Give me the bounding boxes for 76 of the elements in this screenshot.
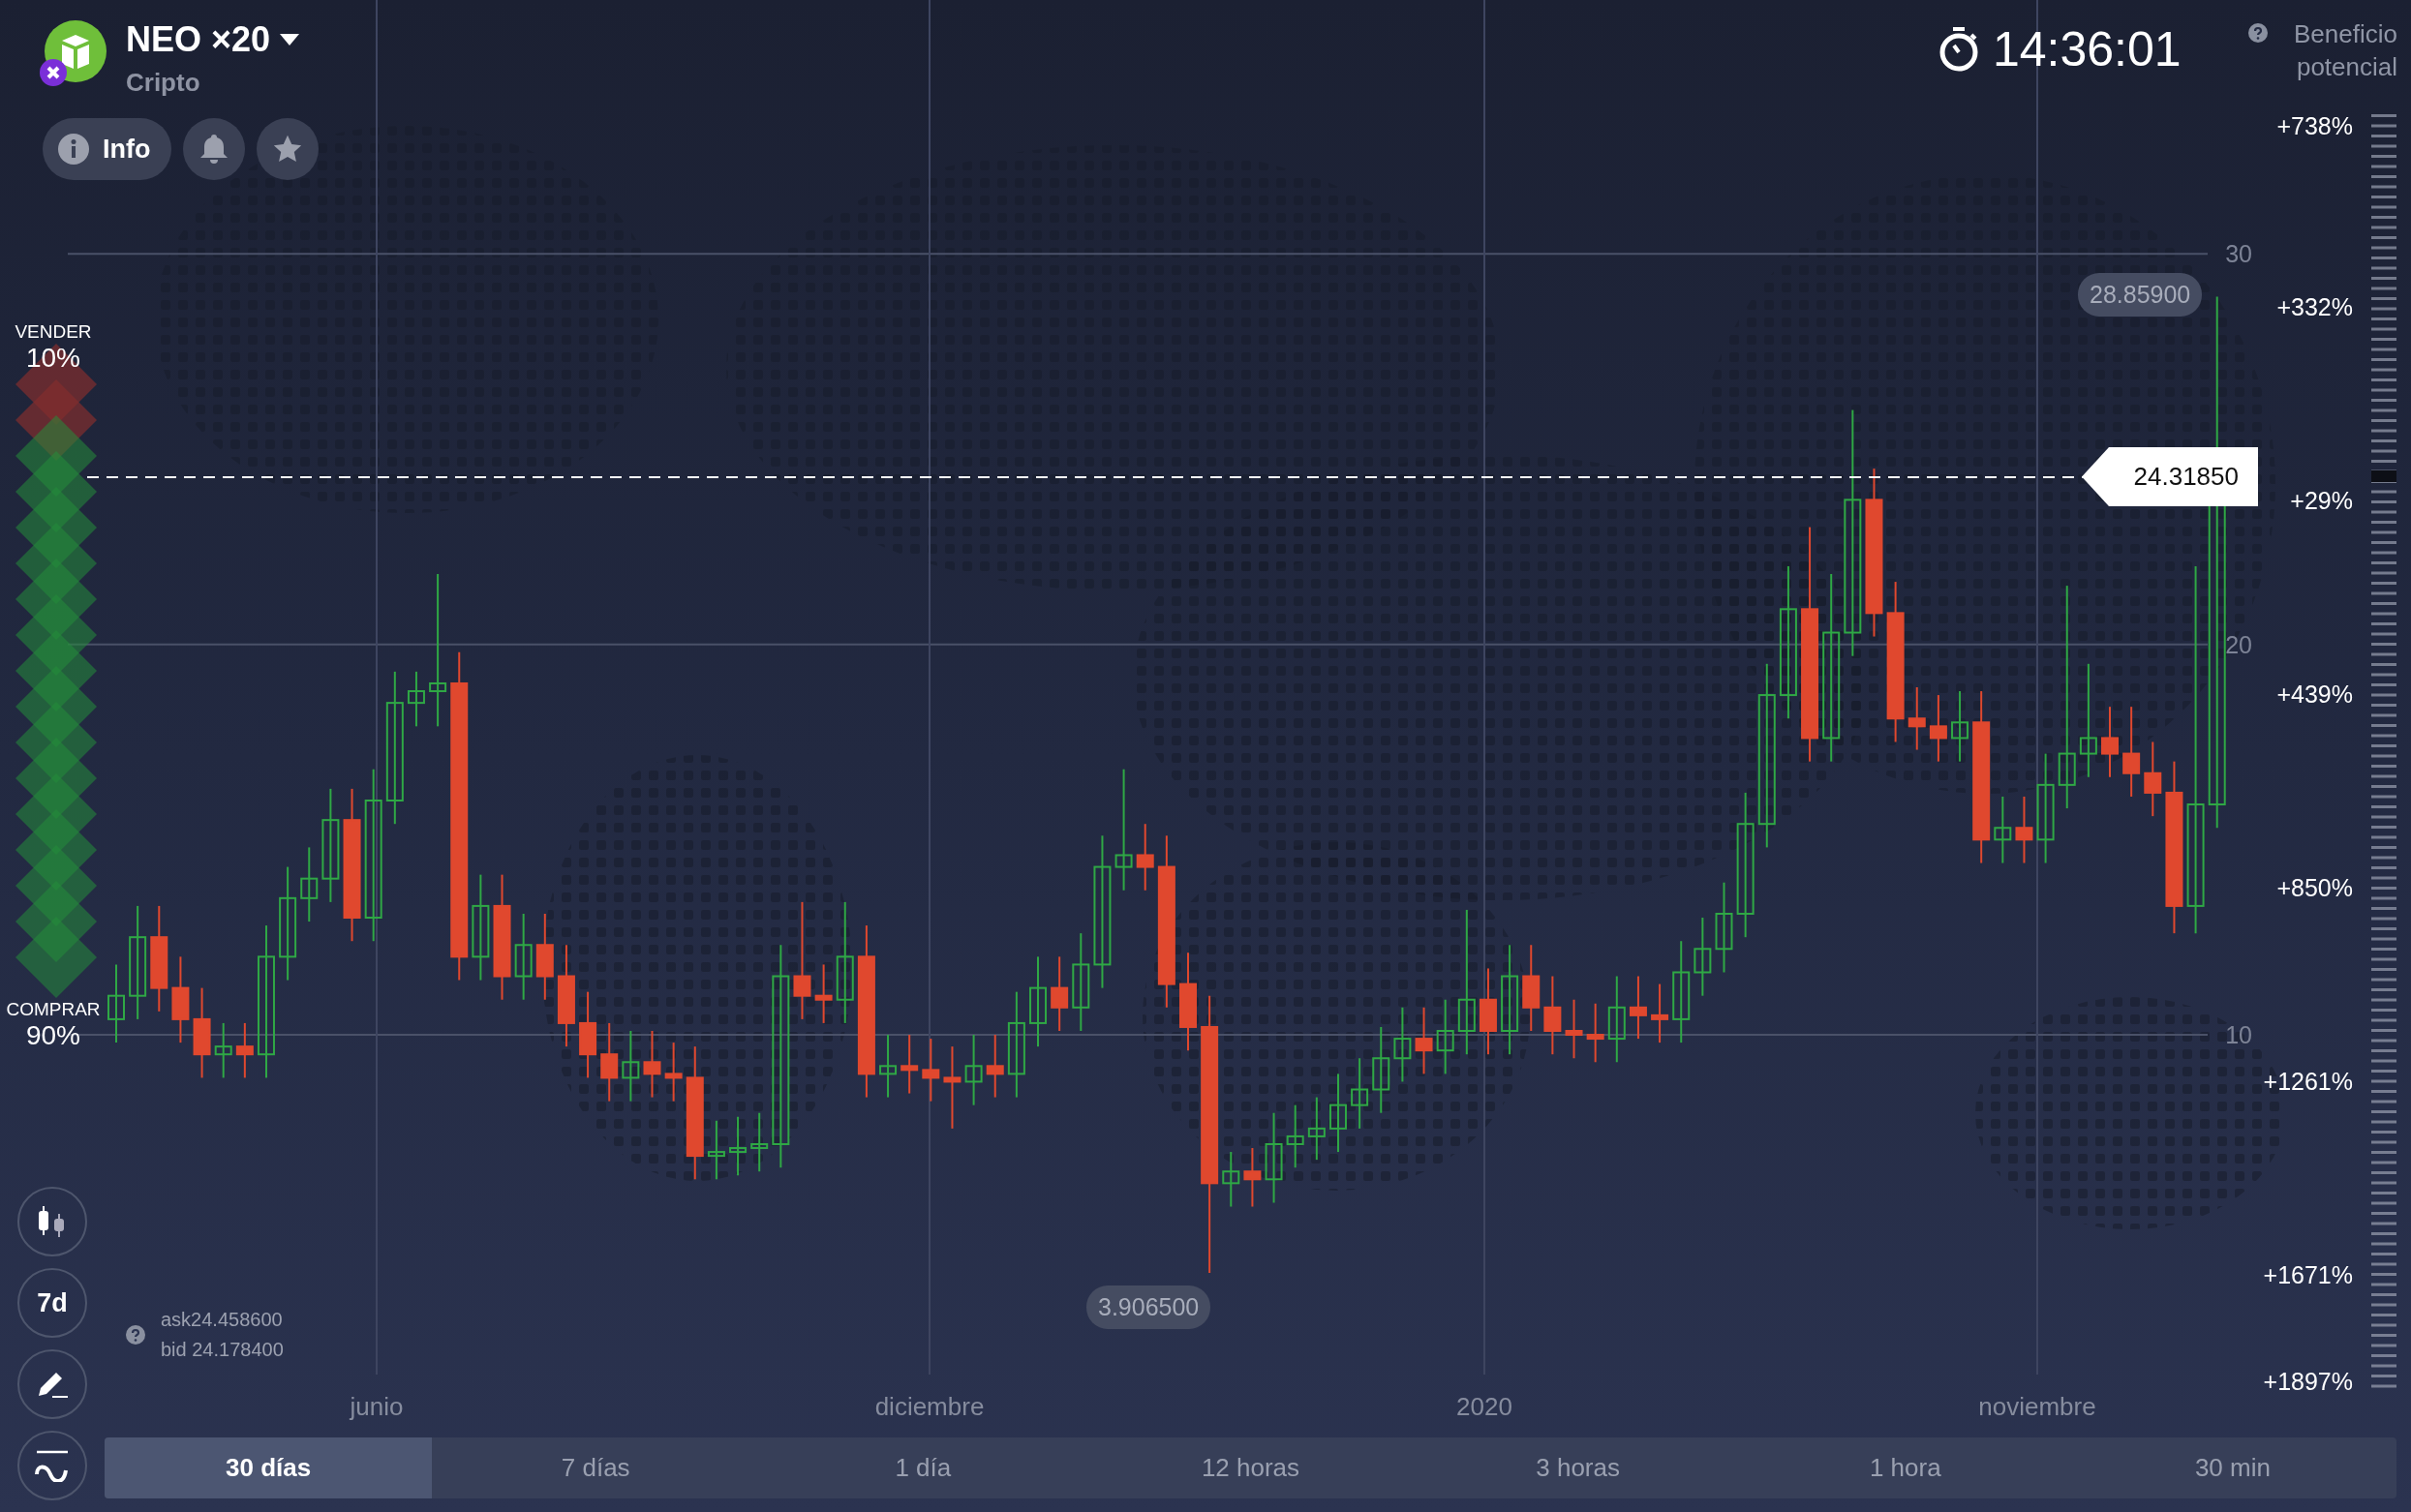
candlestick bbox=[235, 1021, 254, 1079]
axis-label: 10 bbox=[2225, 1021, 2252, 1049]
period-tab[interactable]: 3 horas bbox=[1414, 1437, 1742, 1498]
candlestick bbox=[729, 1115, 748, 1177]
candlestick bbox=[1415, 1006, 1433, 1075]
profit-scale-label: +1671% bbox=[2263, 1260, 2353, 1289]
period-tab[interactable]: 30 días bbox=[105, 1437, 433, 1498]
candlestick bbox=[1929, 694, 1947, 763]
candlestick bbox=[986, 1034, 1004, 1099]
candlestick bbox=[1222, 1151, 1240, 1208]
coin-logo-icon bbox=[39, 19, 107, 87]
axis-label: diciembre bbox=[874, 1392, 985, 1421]
low-price-label: 3.906500 bbox=[1086, 1285, 1211, 1329]
stopwatch-icon bbox=[1938, 27, 1979, 72]
info-button[interactable]: Info bbox=[43, 118, 172, 180]
candlestick bbox=[214, 1021, 232, 1079]
profit-scale-label: +738% bbox=[2276, 111, 2353, 140]
candlestick bbox=[407, 670, 425, 728]
candlestick bbox=[2015, 795, 2033, 864]
profit-scale-label: +1897% bbox=[2263, 1367, 2353, 1396]
asset-category: Cripto bbox=[126, 68, 201, 98]
bid-price: bid 24.178400 bbox=[161, 1339, 284, 1361]
sell-label: VENDER bbox=[15, 321, 92, 343]
candlestick bbox=[1565, 998, 1583, 1060]
profit-scale-label: +332% bbox=[2276, 292, 2353, 321]
bell-icon bbox=[198, 133, 230, 166]
candlestick bbox=[1286, 1104, 1304, 1169]
current-marker bbox=[2371, 470, 2396, 482]
period-button[interactable]: 7d bbox=[17, 1268, 87, 1338]
indicators-button[interactable] bbox=[17, 1431, 87, 1500]
chart-type-button[interactable] bbox=[17, 1187, 87, 1256]
candlestick bbox=[900, 1034, 919, 1095]
period-tab[interactable]: 12 horas bbox=[1086, 1437, 1415, 1498]
sell-percent: 10% bbox=[25, 343, 80, 374]
profit-scale-label: +850% bbox=[2276, 873, 2353, 902]
candlestick bbox=[1307, 1096, 1326, 1162]
period-tab[interactable]: 30 min bbox=[2068, 1437, 2396, 1498]
expiration-time: 14:36:01 bbox=[1993, 21, 2182, 77]
candlestick bbox=[922, 1038, 940, 1103]
buy-percent: 90% bbox=[25, 1020, 80, 1051]
candlestick bbox=[1586, 1002, 1604, 1064]
candlestick bbox=[750, 1111, 769, 1173]
candlestick bbox=[664, 1042, 683, 1103]
candlestick bbox=[1994, 795, 2012, 864]
favorite-button[interactable] bbox=[257, 118, 320, 180]
profit-scale-label: +439% bbox=[2276, 680, 2353, 709]
axis-label: noviembre bbox=[1978, 1392, 2096, 1421]
high-price-label: 28.85900 bbox=[2078, 273, 2203, 317]
axis-label: 20 bbox=[2225, 630, 2252, 658]
axis-label: junio bbox=[350, 1392, 404, 1421]
axis-label: 30 bbox=[2225, 240, 2252, 268]
caret-icon[interactable] bbox=[280, 34, 300, 45]
candlestick bbox=[643, 1030, 661, 1099]
current-price-tag: 24.31850 bbox=[2082, 447, 2258, 506]
candlestick bbox=[1907, 686, 1926, 751]
help-icon[interactable] bbox=[126, 1325, 145, 1345]
asset-name[interactable]: NEO ×20 bbox=[126, 19, 271, 60]
profit-scale-label: +1261% bbox=[2263, 1067, 2353, 1096]
profit-scale-label: +29% bbox=[2290, 486, 2353, 515]
candlestick bbox=[879, 1034, 898, 1099]
buy-label: COMPRAR bbox=[6, 999, 101, 1020]
candlestick bbox=[707, 1119, 725, 1181]
candlestick bbox=[814, 963, 833, 1024]
axis-label: 2020 bbox=[1456, 1392, 1512, 1421]
period-tab[interactable]: 1 hora bbox=[1741, 1437, 2069, 1498]
info-icon bbox=[58, 134, 89, 165]
ask-price: ask24.458600 bbox=[161, 1309, 284, 1331]
candlestick bbox=[1629, 975, 1647, 1041]
drawing-tools-button[interactable] bbox=[17, 1349, 87, 1419]
candlestick bbox=[1136, 823, 1154, 892]
period-tab[interactable]: 7 días bbox=[432, 1437, 760, 1498]
period-tab[interactable]: 1 día bbox=[759, 1437, 1087, 1498]
help-icon[interactable] bbox=[2248, 23, 2268, 43]
candlestick bbox=[1243, 1147, 1262, 1208]
candlestick bbox=[1651, 983, 1669, 1044]
profit-label: Beneficio potencial bbox=[2293, 18, 2397, 83]
